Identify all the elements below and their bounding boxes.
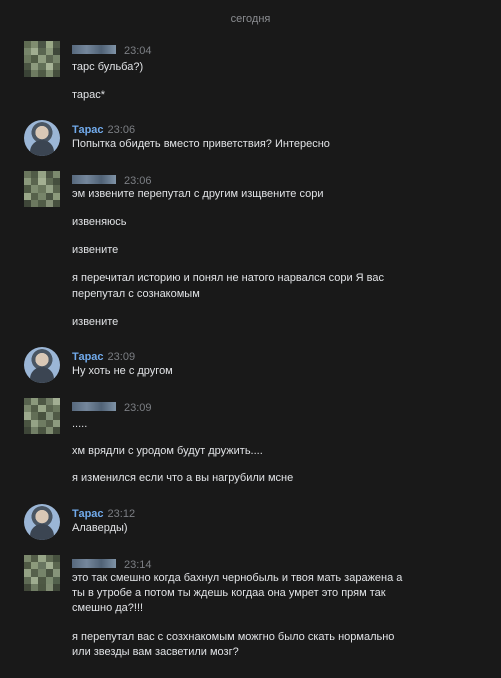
- timestamp: 23:14: [124, 559, 152, 571]
- author-name[interactable]: Тарас: [72, 124, 104, 136]
- message-text: я перечитал историю и понял не натого на…: [72, 272, 385, 284]
- message-header: 23:04: [72, 41, 152, 57]
- message-text: извените: [72, 244, 119, 256]
- avatar[interactable]: [24, 398, 60, 434]
- avatar[interactable]: [24, 504, 60, 540]
- message-header: Тарас 23:12: [72, 504, 135, 520]
- message-text: я перепутал вас с созхнакомым можгно был…: [72, 631, 395, 643]
- message-text: ты в утробе а потом ты ждешь когдаа она …: [72, 587, 386, 599]
- avatar[interactable]: [24, 171, 60, 207]
- message-text: Алаверды): [72, 522, 128, 534]
- avatar[interactable]: [24, 120, 60, 156]
- message-text: смешно да?!!!: [72, 602, 144, 614]
- blurred-author-name[interactable]: [72, 402, 116, 412]
- message-text: хм врядли с уродом будут дружить....: [72, 445, 263, 457]
- blurred-author-name[interactable]: [72, 175, 116, 185]
- timestamp: 23:06: [124, 175, 152, 187]
- message-text: перепутал с сознакомым: [72, 288, 200, 300]
- blurred-author-name[interactable]: [72, 559, 116, 569]
- timestamp: 23:09: [124, 402, 152, 414]
- message-text: Ну хоть не с другом: [72, 365, 173, 377]
- message-text: или звезды вам засветили мозг?: [72, 646, 239, 658]
- author-name[interactable]: Тарас: [72, 351, 104, 363]
- message-text: извените: [72, 316, 119, 328]
- timestamp: 23:09: [107, 351, 136, 363]
- blurred-author-name[interactable]: [72, 45, 116, 55]
- message-header: Тарас 23:09: [72, 347, 135, 363]
- message-text: эм извените перепутал с другим изщвените…: [72, 188, 324, 200]
- avatar[interactable]: [24, 41, 60, 77]
- message-text: это так смешно когда бахнул чернобыль и …: [72, 572, 403, 584]
- message-text: .....: [72, 418, 88, 430]
- message-header: 23:06: [72, 171, 152, 187]
- message-text: тарс бульба?): [72, 61, 144, 73]
- timestamp: 23:12: [107, 508, 136, 520]
- message-text: извеняюсь: [72, 216, 127, 228]
- chat-history[interactable]: сегодня 23:04 тарс бульба?) тарас* Тарас…: [0, 0, 501, 678]
- avatar[interactable]: [24, 555, 60, 591]
- author-name[interactable]: Тарас: [72, 508, 104, 520]
- message-header: Тарас 23:06: [72, 120, 135, 136]
- timestamp: 23:06: [107, 124, 136, 136]
- date-separator: сегодня: [230, 13, 271, 25]
- message-text: тарас*: [72, 89, 106, 101]
- message-text: Попытка обидеть вместо приветствия? Инте…: [72, 138, 330, 150]
- avatar[interactable]: [24, 347, 60, 383]
- message-header: 23:14: [72, 555, 152, 571]
- timestamp: 23:04: [124, 45, 152, 57]
- message-header: 23:09: [72, 398, 152, 414]
- message-text: я изменился если что а вы нагрубили мсне: [72, 472, 294, 484]
